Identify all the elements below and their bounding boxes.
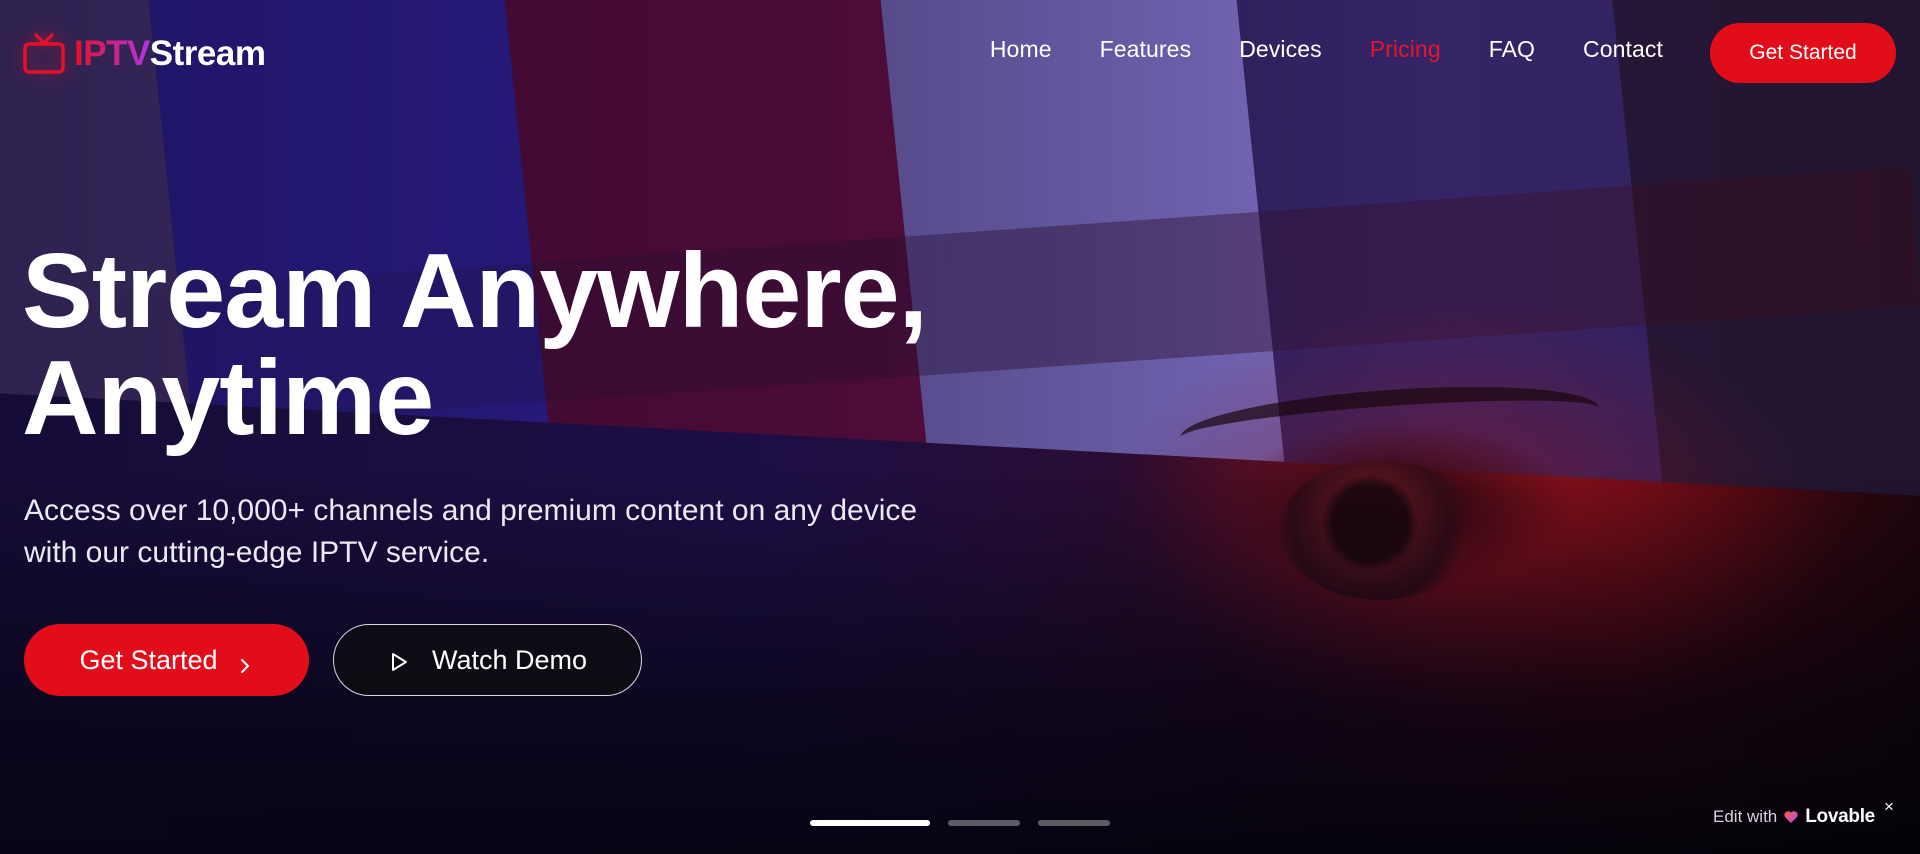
subtitle-line-1: Access over 10,000+ channels and premium… bbox=[24, 494, 918, 527]
logo-suffix: Stream bbox=[149, 34, 266, 73]
chevron-right-icon bbox=[236, 651, 254, 673]
site-logo[interactable]: IPTVStream bbox=[20, 30, 266, 78]
tv-icon bbox=[20, 30, 68, 78]
nav-item-pricing[interactable]: Pricing bbox=[1370, 36, 1441, 63]
lovable-heart-icon bbox=[1783, 809, 1799, 825]
badge-prefix: Edit with bbox=[1713, 807, 1778, 826]
nav-item-contact[interactable]: Contact bbox=[1583, 36, 1663, 63]
top-navigation: IPTVStream Home Features Devices Pricing… bbox=[0, 0, 1920, 106]
nav-item-home[interactable]: Home bbox=[990, 36, 1052, 63]
headline-line-1: Stream Anywhere, bbox=[22, 232, 928, 350]
badge-close-icon[interactable]: × bbox=[1884, 798, 1894, 815]
carousel-dot-2[interactable] bbox=[948, 820, 1020, 826]
play-icon bbox=[388, 649, 410, 671]
nav-item-features[interactable]: Features bbox=[1100, 36, 1192, 63]
headline-line-2: Anytime bbox=[22, 339, 434, 457]
watch-demo-label: Watch Demo bbox=[431, 644, 588, 675]
carousel-dot-3[interactable] bbox=[1038, 820, 1110, 826]
watch-demo-button[interactable]: Watch Demo bbox=[333, 624, 642, 696]
hero-subtitle: Access over 10,000+ channels and premium… bbox=[24, 490, 1024, 574]
nav-item-faq[interactable]: FAQ bbox=[1489, 36, 1535, 63]
edit-with-lovable-badge[interactable]: Edit with Lovable bbox=[1713, 806, 1875, 828]
header-get-started-button[interactable]: Get Started bbox=[1710, 23, 1896, 83]
hero-headline: Stream Anywhere, Anytime bbox=[22, 238, 1122, 452]
get-started-label: Get Started bbox=[79, 644, 218, 675]
hero-section: IPTVStream Home Features Devices Pricing… bbox=[0, 0, 1920, 854]
main-menu: Home Features Devices Pricing FAQ Contac… bbox=[990, 36, 1663, 63]
get-started-button[interactable]: Get Started bbox=[24, 624, 309, 696]
subtitle-line-2: with our cutting-edge IPTV service. bbox=[24, 536, 490, 569]
nav-item-devices[interactable]: Devices bbox=[1239, 36, 1322, 63]
carousel-indicators bbox=[810, 820, 1110, 826]
logo-prefix: IPTV bbox=[74, 34, 150, 73]
logo-text: IPTVStream bbox=[74, 34, 266, 74]
carousel-dot-1[interactable] bbox=[810, 820, 930, 826]
badge-brand: Lovable bbox=[1805, 806, 1875, 827]
